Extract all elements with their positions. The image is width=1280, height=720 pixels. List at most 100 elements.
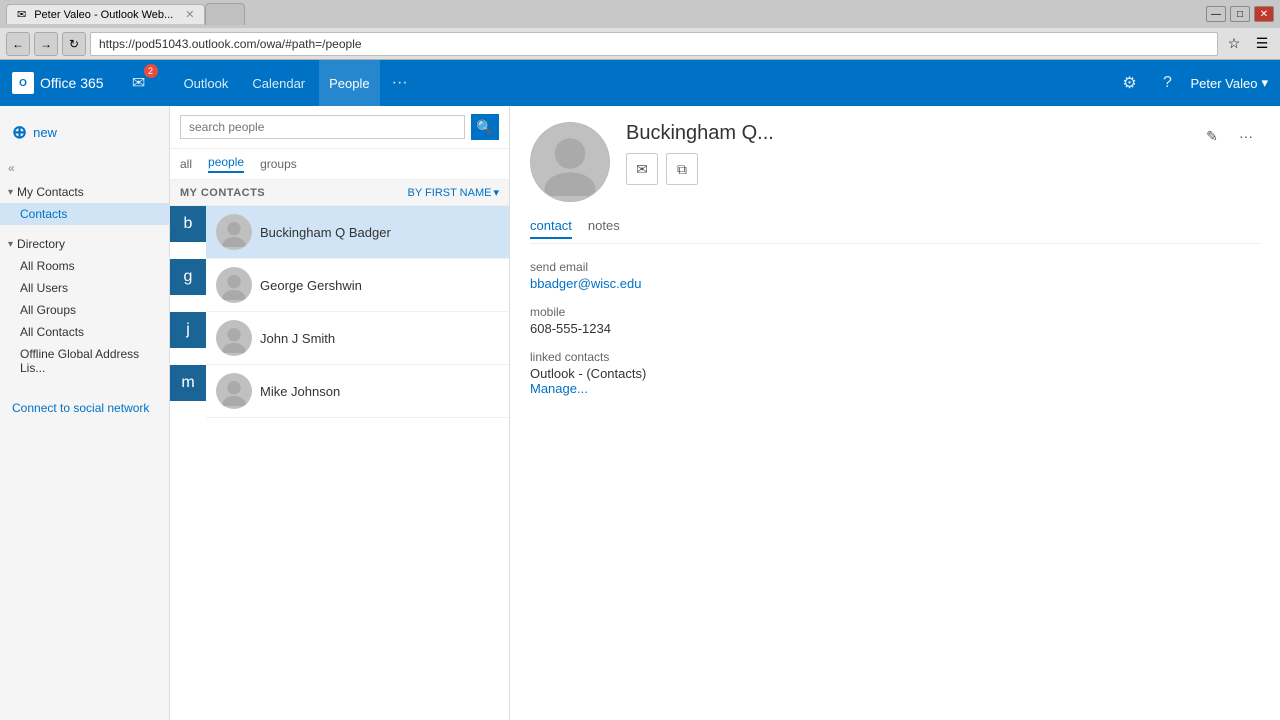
settings-icon[interactable]: ⚙ [1115,68,1145,98]
tab-all[interactable]: all [180,157,192,171]
mail-icon[interactable]: ✉ 2 [124,68,154,98]
linked-contacts-field: linked contacts Outlook - (Contacts) Man… [530,350,1260,396]
contact-name: Buckingham Q Badger [260,225,391,240]
sidebar-collapse-button[interactable]: « [0,159,169,177]
contacts-header: MY CONTACTS BY FIRST NAME ▾ [170,180,509,206]
contact-name: John J Smith [260,331,335,346]
manage-link[interactable]: Manage... [530,381,588,396]
detail-name: Buckingham Q... [626,122,1182,145]
my-contacts-header[interactable]: ▾ My Contacts [0,181,169,203]
contact-item[interactable]: Buckingham Q Badger [206,206,509,259]
maximize-button[interactable]: □ [1230,6,1250,22]
tab-contact[interactable]: contact [530,218,572,239]
tab-notes[interactable]: notes [588,218,620,239]
avatar [216,214,252,250]
browser-menu-icon[interactable]: ☰ [1250,32,1274,56]
avatar [216,373,252,409]
nav-calendar[interactable]: Calendar [242,60,315,106]
contact-item[interactable]: Mike Johnson [206,365,509,418]
contact-name: George Gershwin [260,278,362,293]
search-area: 🔍 [170,106,509,149]
letter-badge-g: g [170,259,206,295]
new-contact-button[interactable]: ⊕ new [0,116,169,149]
forward-button[interactable]: → [34,32,58,56]
letter-group-b: b Buckingham Q Badger [170,206,509,259]
edit-button[interactable]: ✎ [1198,122,1226,150]
my-contacts-arrow-icon: ▾ [8,187,13,198]
send-email-field: send email bbadger@wisc.edu [530,260,1260,291]
refresh-button[interactable]: ↻ [62,32,86,56]
detail-info: Buckingham Q... ✉ ⧉ [626,122,1182,185]
email-link[interactable]: bbadger@wisc.edu [530,276,641,291]
linked-contacts-label: linked contacts [530,350,1260,364]
mobile-value: 608-555-1234 [530,321,1260,336]
office365-icon: O [12,72,34,94]
inactive-browser-tab[interactable] [205,3,245,25]
minimize-button[interactable]: — [1206,6,1226,22]
app-header: O Office 365 ✉ 2 Outlook Calendar People… [0,60,1280,106]
letter-group-g: g George Gershwin [170,259,509,312]
user-menu[interactable]: Peter Valeo ▾ [1191,75,1269,91]
help-icon[interactable]: ? [1153,68,1183,98]
letter-group-j: j John J Smith [170,312,509,365]
letter-badge-b: b [170,206,206,242]
user-name-text: Peter Valeo [1191,76,1258,91]
sidebar-item-all-groups[interactable]: All Groups [0,299,169,321]
detail-panel: Buckingham Q... ✉ ⧉ ✎ ··· contact notes … [510,106,1280,720]
new-icon: ⊕ [12,122,27,143]
letter-badge-j: j [170,312,206,348]
my-contacts-section: ▾ My Contacts Contacts [0,181,169,225]
tab-people[interactable]: people [208,155,244,173]
mobile-label: mobile [530,305,1260,319]
mobile-field: mobile 608-555-1234 [530,305,1260,336]
tab-close-icon[interactable]: ✕ [185,8,194,21]
nav-more[interactable]: ··· [384,60,416,106]
sidebar-item-all-users[interactable]: All Users [0,277,169,299]
sidebar: ⊕ new « ▾ My Contacts Contacts ▾ Directo… [0,106,170,720]
avatar [216,320,252,356]
new-label: new [33,125,57,140]
office365-logo[interactable]: O Office 365 [12,72,104,94]
connect-social-network[interactable]: Connect to social network [0,389,169,427]
more-options-button[interactable]: ··· [1232,122,1260,150]
search-input[interactable] [180,115,465,139]
nav-people[interactable]: People [319,60,379,106]
send-email-button[interactable]: ✉ [626,153,658,185]
directory-arrow-icon: ▾ [8,239,13,250]
sidebar-item-contacts[interactable]: Contacts [0,203,169,225]
search-button[interactable]: 🔍 [471,114,499,140]
favorites-icon[interactable]: ☆ [1222,32,1246,56]
directory-label: Directory [17,237,65,251]
sort-arrow-icon: ▾ [493,186,499,199]
contact-list: b Buckingham Q Badger [170,206,509,720]
sort-button[interactable]: BY FIRST NAME ▾ [408,186,499,199]
sidebar-item-offline-gal[interactable]: Offline Global Address Lis... [0,343,169,379]
address-bar[interactable]: https://pod51043.outlook.com/owa/#path=/… [90,32,1218,56]
active-browser-tab[interactable]: ✉ Peter Valeo - Outlook Web... ✕ [6,4,205,24]
contact-item[interactable]: George Gershwin [206,259,509,312]
people-area: 🔍 all people groups MY CONTACTS BY FIRST… [170,106,510,720]
sidebar-item-all-contacts[interactable]: All Contacts [0,321,169,343]
office365-label: Office 365 [40,75,104,91]
mail-badge: 2 [144,64,158,78]
detail-tabs: contact notes [530,218,1260,244]
close-button[interactable]: ✕ [1254,6,1274,22]
directory-header[interactable]: ▾ Directory [0,233,169,255]
sidebar-item-all-rooms[interactable]: All Rooms [0,255,169,277]
tab-groups[interactable]: groups [260,157,297,171]
header-right: ⚙ ? Peter Valeo ▾ [1115,68,1269,98]
letter-contacts-j: John J Smith [206,312,509,365]
contact-item[interactable]: John J Smith [206,312,509,365]
back-button[interactable]: ← [6,32,30,56]
letter-contacts-m: Mike Johnson [206,365,509,418]
copy-button[interactable]: ⧉ [666,153,698,185]
user-menu-arrow: ▾ [1261,75,1268,91]
letter-contacts-g: George Gershwin [206,259,509,312]
contacts-section-label: MY CONTACTS [180,187,265,199]
address-text: https://pod51043.outlook.com/owa/#path=/… [99,37,1209,51]
nav-outlook[interactable]: Outlook [174,60,239,106]
tab-favicon: ✉ [17,8,26,21]
letter-contacts-b: Buckingham Q Badger [206,206,509,259]
my-contacts-label: My Contacts [17,185,84,199]
avatar [216,267,252,303]
